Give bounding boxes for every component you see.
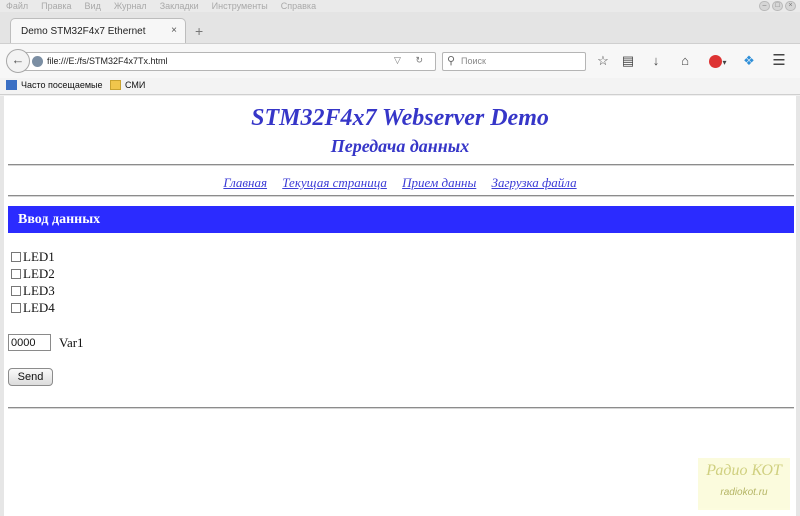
window-controls: – □ ×: [759, 1, 796, 11]
watermark-logo: Радио КОТ radiokot.ru: [698, 458, 790, 510]
menu-hamburger-icon[interactable]: ☰: [770, 52, 788, 70]
bookmark-smi[interactable]: СМИ: [110, 80, 145, 90]
led3-checkbox[interactable]: [11, 286, 21, 296]
led1-checkbox[interactable]: [11, 252, 21, 262]
section-header: Ввод данных: [8, 206, 794, 233]
wifi-icon[interactable]: ❖: [740, 52, 758, 70]
link-receive-data[interactable]: Прием данны: [402, 175, 476, 190]
var1-label: Var1: [59, 335, 84, 350]
bookmark-app-icon: [6, 80, 17, 90]
star-icon[interactable]: ☆: [594, 52, 612, 70]
page-content: STM32F4x7 Webserver Demo Передача данных…: [0, 96, 800, 516]
reload-icon[interactable]: ▽ ↻: [394, 55, 429, 66]
tab-bar: Demo STM32F4x7 Ethernet × +: [0, 12, 800, 43]
menu-file[interactable]: Файл: [6, 0, 28, 12]
led2-row: LED2: [11, 266, 55, 282]
led4-row: LED4: [11, 300, 55, 316]
nav-links: Главная Текущая страница Прием данны Заг…: [4, 175, 796, 191]
led1-label: LED1: [23, 249, 55, 264]
link-home[interactable]: Главная: [223, 175, 267, 190]
var1-input[interactable]: 0000: [8, 334, 51, 351]
page-title: STM32F4x7 Webserver Demo: [251, 105, 549, 131]
url-text: file:///E:/fs/STM32F4x7Tx.html: [47, 56, 168, 66]
send-button[interactable]: Send: [8, 368, 53, 386]
navigation-bar: file:///E:/fs/STM32F4x7Tx.html ▽ ↻ ← ⚲ П…: [0, 43, 800, 78]
tab-close-icon[interactable]: ×: [171, 25, 177, 36]
reading-list-icon[interactable]: ▤: [619, 52, 637, 70]
menu-history[interactable]: Журнал: [114, 0, 147, 12]
bookmark-label: Часто посещаемые: [21, 80, 103, 90]
arrow-left-icon: ←: [11, 52, 25, 67]
menu-bookmarks[interactable]: Закладки: [160, 0, 199, 12]
home-icon[interactable]: ⌂: [676, 52, 694, 70]
close-window-icon[interactable]: ×: [785, 1, 796, 11]
led4-checkbox[interactable]: [11, 303, 21, 313]
link-current-page[interactable]: Текущая страница: [282, 175, 387, 190]
divider: [8, 407, 794, 409]
led3-label: LED3: [23, 283, 55, 298]
menu-bar: Файл Правка Вид Журнал Закладки Инструме…: [0, 0, 800, 12]
link-upload-file[interactable]: Загрузка файла: [492, 175, 577, 190]
bookmark-label: СМИ: [125, 80, 146, 90]
led2-label: LED2: [23, 266, 55, 281]
led2-checkbox[interactable]: [11, 269, 21, 279]
globe-icon: [32, 56, 43, 67]
download-icon[interactable]: ↓: [647, 52, 665, 70]
watermark-url: radiokot.ru: [720, 487, 768, 498]
led4-label: LED4: [23, 300, 55, 315]
maximize-icon[interactable]: □: [772, 1, 783, 11]
bookmark-most-visited[interactable]: Часто посещаемые: [6, 80, 103, 90]
back-button[interactable]: ←: [6, 49, 30, 73]
tab-title: Demo STM32F4x7 Ethernet: [21, 26, 146, 37]
menu-tools[interactable]: Инструменты: [212, 0, 268, 12]
led1-row: LED1: [11, 249, 55, 265]
led3-row: LED3: [11, 283, 55, 299]
folder-icon: [110, 80, 121, 90]
menu-view[interactable]: Вид: [85, 0, 101, 12]
divider: [8, 164, 794, 166]
new-tab-icon[interactable]: +: [195, 24, 203, 38]
divider: [8, 195, 794, 197]
tab-active[interactable]: Demo STM32F4x7 Ethernet ×: [10, 18, 186, 43]
watermark-text: Радио КОТ: [706, 462, 782, 479]
url-bar[interactable]: file:///E:/fs/STM32F4x7Tx.html ▽ ↻: [24, 52, 436, 71]
menu-help[interactable]: Справка: [281, 0, 316, 12]
search-icon: ⚲: [447, 55, 456, 67]
bookmarks-bar: Часто посещаемые СМИ: [0, 78, 800, 95]
minimize-icon[interactable]: –: [759, 1, 770, 11]
search-placeholder: Поиск: [461, 56, 486, 66]
menu-edit[interactable]: Правка: [41, 0, 71, 12]
addon-icon[interactable]: ▾: [706, 52, 730, 70]
browser-window: Файл Правка Вид Журнал Закладки Инструме…: [0, 0, 800, 516]
page-subtitle: Передача данных: [330, 136, 470, 156]
search-input[interactable]: ⚲ Поиск: [442, 52, 586, 71]
